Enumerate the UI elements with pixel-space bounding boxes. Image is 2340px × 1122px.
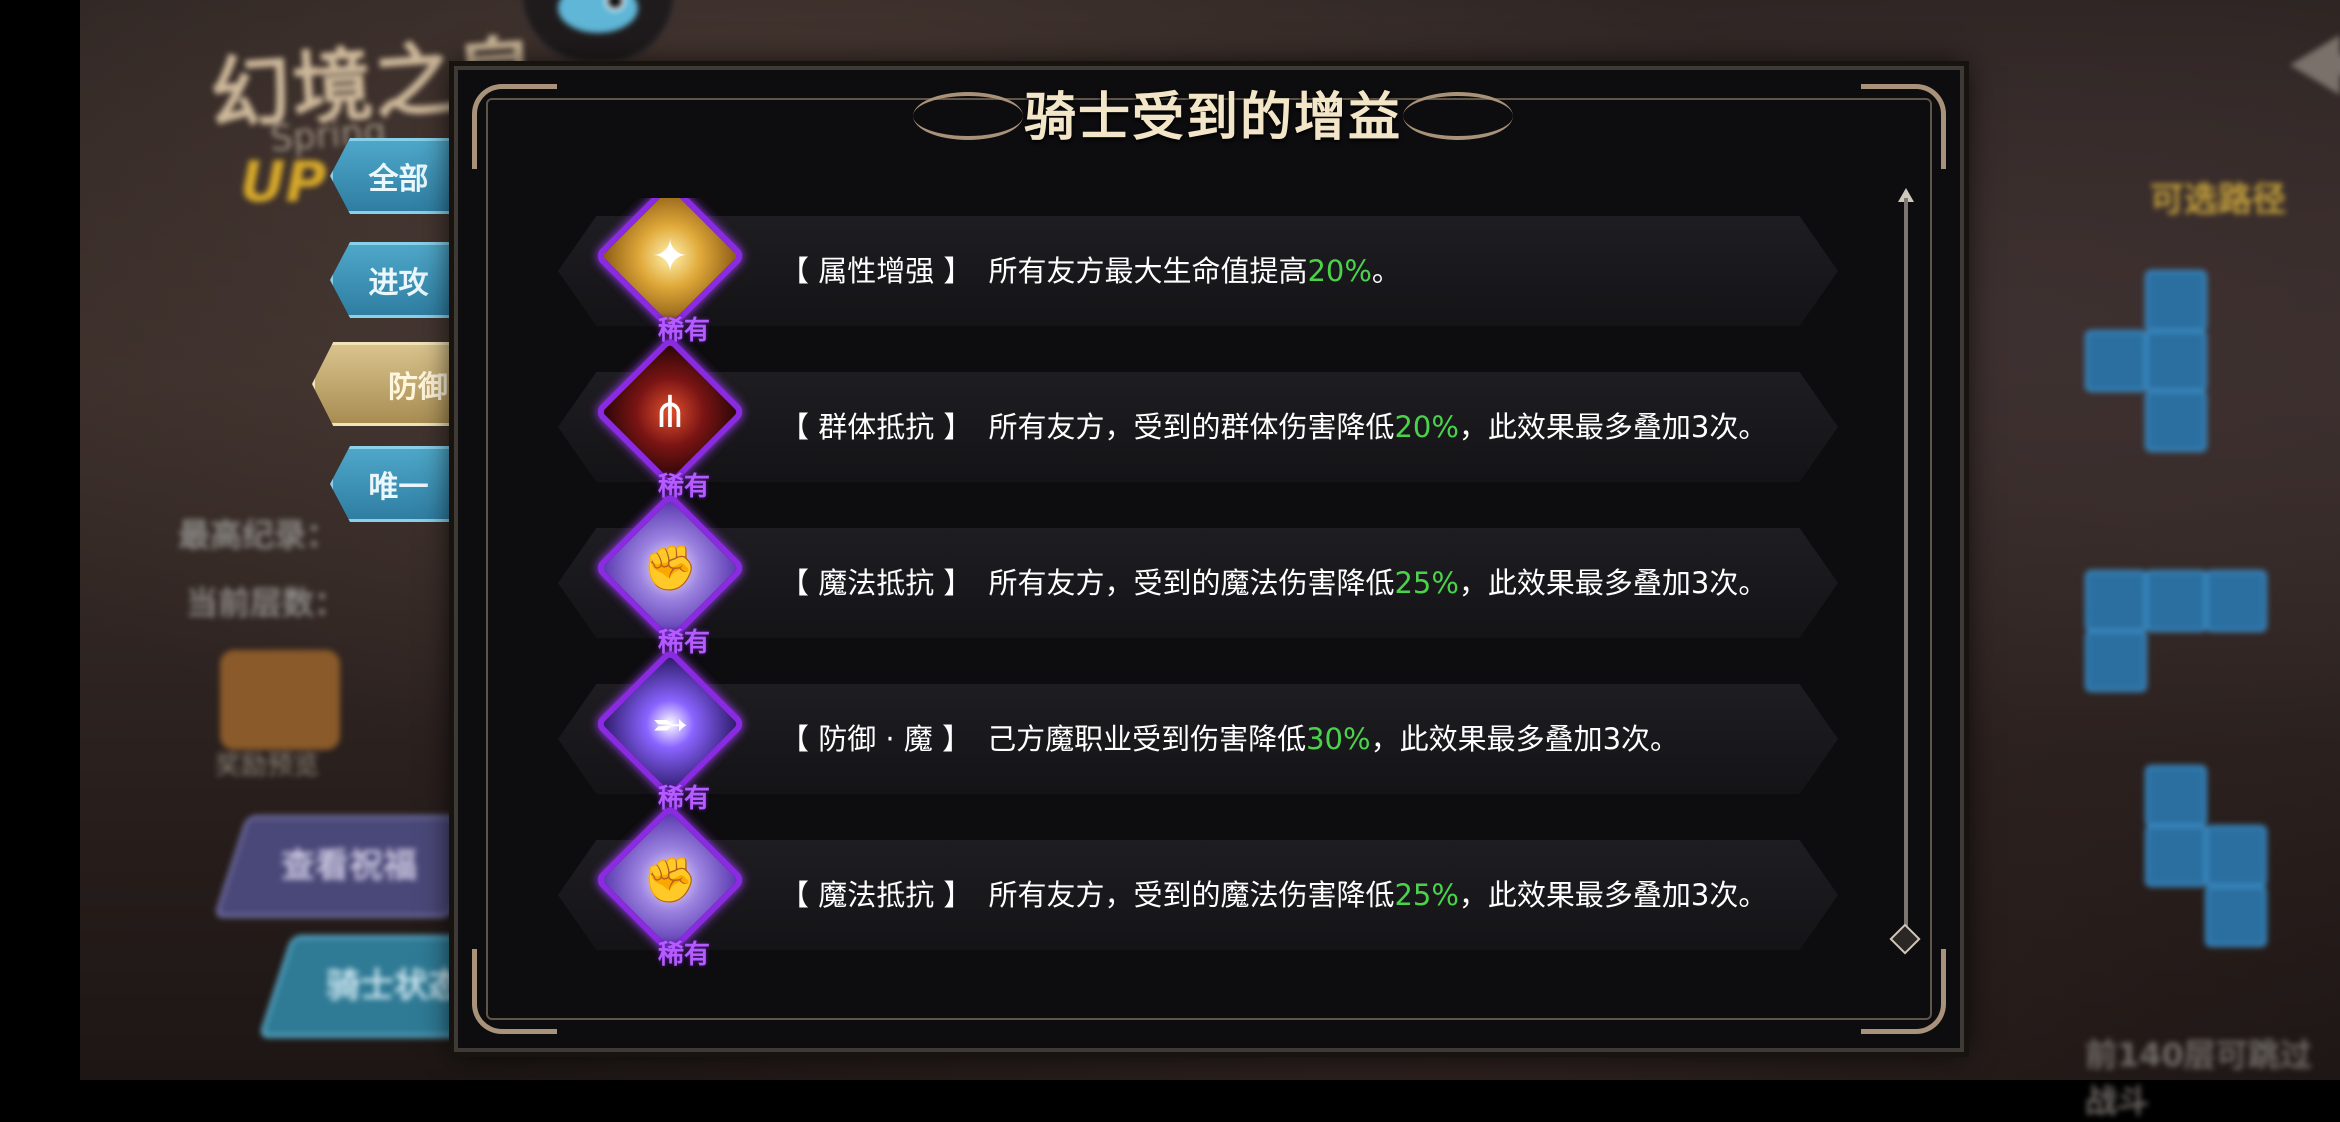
buff-description: 【 属性增强 】所有友方最大生命值提高20%。 xyxy=(780,248,1401,290)
path-block xyxy=(2145,570,2207,632)
buff-text: 己方魔职业受到伤害降低 xyxy=(987,722,1307,756)
buff-percent: 20% xyxy=(1394,410,1459,444)
rarity-label: 稀有 xyxy=(657,628,710,658)
claw-spikes-icon: ⋔ xyxy=(651,386,689,438)
buff-text-suffix: ，此效果最多叠加3次。 xyxy=(1370,722,1680,756)
path-block xyxy=(2145,270,2207,332)
modal-title-plate: 骑士受到的增益 xyxy=(913,62,1513,162)
path-block xyxy=(2145,390,2207,452)
buff-percent: 30% xyxy=(1306,722,1371,756)
tab-all[interactable]: 全部 xyxy=(330,138,455,214)
corner-ornament xyxy=(1861,84,1946,169)
buff-row[interactable]: ✊ 稀有 【 魔法抵抗 】所有友方，受到的魔法伤害降低25%，此效果最多叠加3次… xyxy=(558,803,1838,978)
corner-ornament xyxy=(472,84,557,169)
buff-name: 【 群体抵抗 】 xyxy=(780,410,973,444)
event-logo-up: UP xyxy=(240,150,327,215)
path-block xyxy=(2145,765,2207,827)
path-block xyxy=(2145,330,2207,392)
tab-attack[interactable]: 进攻 xyxy=(330,242,455,318)
sparkle-orb-icon: ✦ xyxy=(651,230,689,282)
corner-ornament xyxy=(472,949,557,1034)
buff-text: 所有友方，受到的魔法伤害降低 xyxy=(988,878,1395,912)
path-block xyxy=(2205,570,2267,632)
buff-description: 【 魔法抵抗 】所有友方，受到的魔法伤害降低25%，此效果最多叠加3次。 xyxy=(780,872,1767,914)
buff-description: 【 防御 · 魔 】己方魔职业受到伤害降低30%，此效果最多叠加3次。 xyxy=(780,716,1679,758)
buff-name: 【 魔法抵抗 】 xyxy=(780,566,973,600)
title-ornament-left xyxy=(913,92,1023,140)
path-block xyxy=(2085,330,2147,392)
magic-fist-icon: ✊ xyxy=(642,855,698,906)
path-block xyxy=(2205,825,2267,887)
buff-text: 所有友方，受到的群体伤害降低 xyxy=(988,410,1395,444)
path-block xyxy=(2145,825,2207,887)
available-paths-label: 可选路径 xyxy=(2150,180,2286,220)
buff-text-suffix: 。 xyxy=(1371,254,1401,288)
scrollbar-track[interactable] xyxy=(1904,198,1908,938)
buff-text-suffix: ，此效果最多叠加3次。 xyxy=(1458,878,1768,912)
mascot-avatar xyxy=(520,0,676,64)
back-arrow-icon xyxy=(2290,35,2340,95)
buff-percent: 25% xyxy=(1394,878,1459,912)
buff-text: 所有友方最大生命值提高 xyxy=(988,254,1308,288)
skip-hint-text: 前140层可跳过战斗 xyxy=(2085,1036,2312,1120)
buff-description: 【 群体抵抗 】所有友方，受到的群体伤害降低20%，此效果最多叠加3次。 xyxy=(780,404,1767,446)
reward-preview-label: 奖励预览 xyxy=(215,751,320,781)
path-block xyxy=(2205,885,2267,947)
view-buffs-button: 查看祝福 xyxy=(213,815,485,918)
buff-text-suffix: ，此效果最多叠加3次。 xyxy=(1458,410,1768,444)
corner-ornament xyxy=(1861,949,1946,1034)
fish-mascot-icon xyxy=(558,0,638,33)
buff-name: 【 魔法抵抗 】 xyxy=(780,878,973,912)
buff-row[interactable]: ⋔ 稀有 【 群体抵抗 】所有友方，受到的群体伤害降低20%，此效果最多叠加3次… xyxy=(558,335,1838,510)
buff-description: 【 魔法抵抗 】所有友方，受到的魔法伤害降低25%，此效果最多叠加3次。 xyxy=(780,560,1767,602)
rarity-label: 稀有 xyxy=(657,784,710,814)
rarity-label: 稀有 xyxy=(657,940,710,970)
path-block xyxy=(2085,630,2147,692)
buff-list-modal: 骑士受到的增益 ✦ 稀有 【 属性增强 】所有友方最大生命值提高20%。 ⋔ 稀… xyxy=(454,66,1964,1052)
buff-name: 【 防御 · 魔 】 xyxy=(780,722,972,756)
current-floor-label: 当前层数： xyxy=(186,584,347,622)
buff-row[interactable]: ➵ 稀有 【 防御 · 魔 】己方魔职业受到伤害降低30%，此效果最多叠加3次。 xyxy=(558,647,1838,822)
path-block xyxy=(2085,570,2147,632)
buff-list[interactable]: ✦ 稀有 【 属性增强 】所有友方最大生命值提高20%。 ⋔ 稀有 【 群体抵抗… xyxy=(558,198,1838,998)
arcane-bolt-icon: ➵ xyxy=(651,698,689,750)
title-ornament-right xyxy=(1403,92,1513,140)
buff-row[interactable]: ✊ 稀有 【 魔法抵抗 】所有友方，受到的魔法伤害降低25%，此效果最多叠加3次… xyxy=(558,491,1838,666)
modal-title: 骑士受到的增益 xyxy=(1023,87,1402,148)
rarity-label: 稀有 xyxy=(657,316,710,346)
buff-name: 【 属性增强 】 xyxy=(780,254,973,288)
buff-text: 所有友方，受到的魔法伤害降低 xyxy=(988,566,1395,600)
rarity-label: 稀有 xyxy=(657,472,710,502)
magic-fist-icon: ✊ xyxy=(642,543,698,594)
tab-unique[interactable]: 唯一 xyxy=(330,446,455,522)
best-record-label: 最高纪录： xyxy=(178,516,339,554)
buff-percent: 20% xyxy=(1307,254,1372,288)
buff-row[interactable]: ✦ 稀有 【 属性增强 】所有友方最大生命值提高20%。 xyxy=(558,198,1838,354)
buff-percent: 25% xyxy=(1394,566,1459,600)
buff-text-suffix: ，此效果最多叠加3次。 xyxy=(1458,566,1768,600)
reward-chest-icon xyxy=(220,650,340,750)
